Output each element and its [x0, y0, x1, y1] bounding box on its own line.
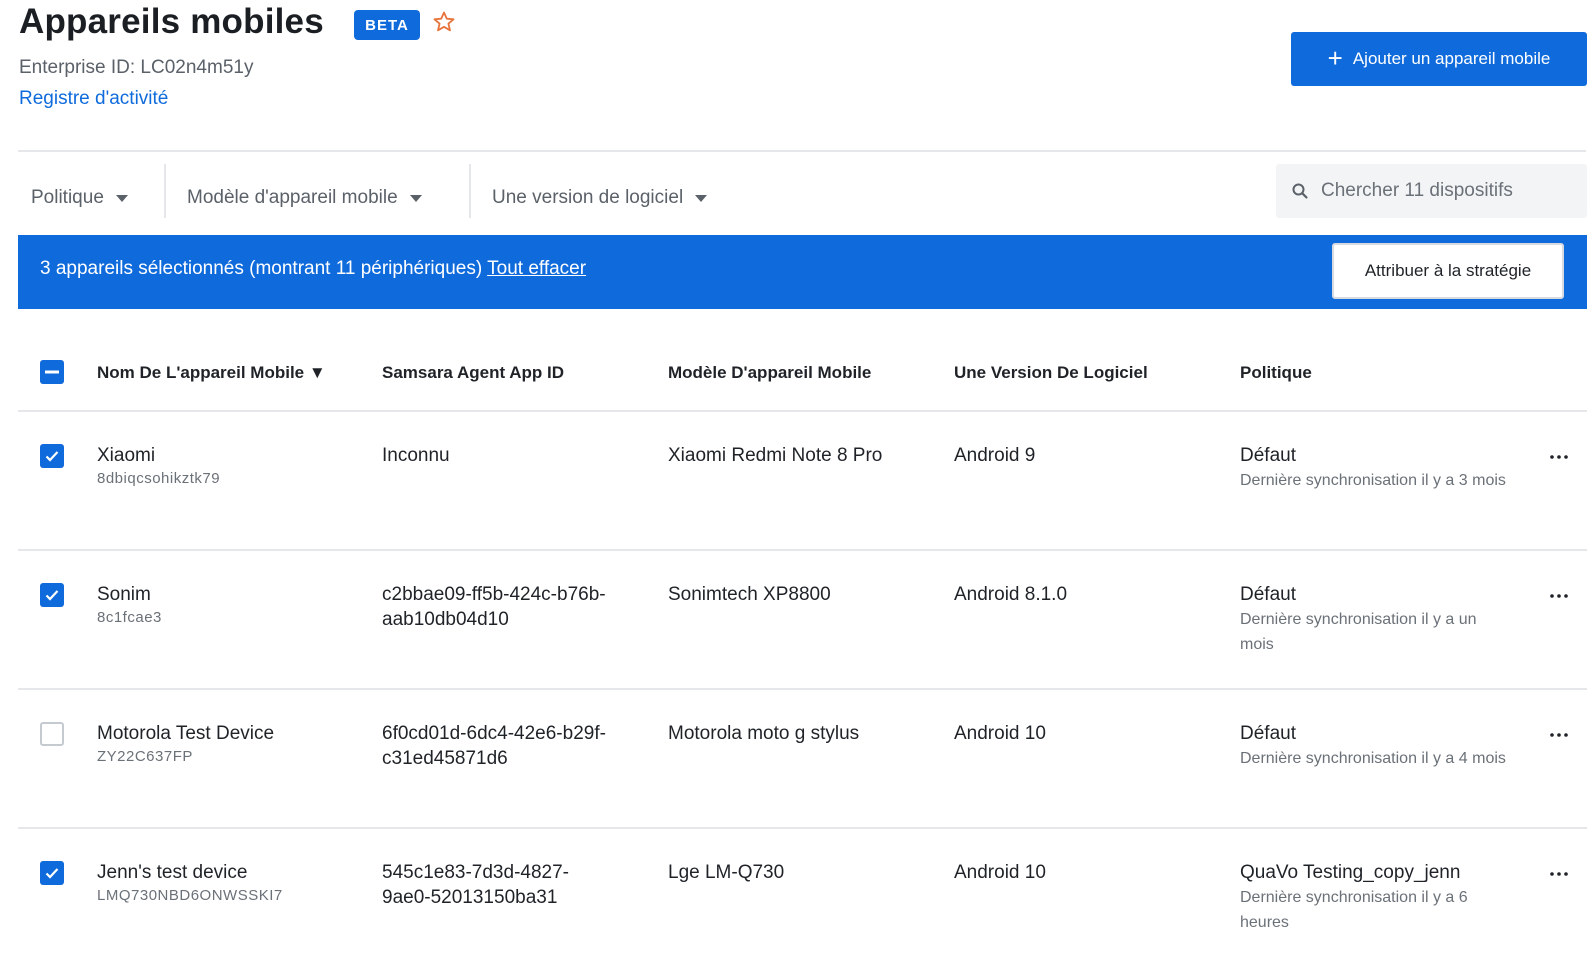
- last-sync: Dernière synchronisation il y a 6 heures: [1240, 889, 1468, 931]
- app-id-line-2: aab10db04d10: [382, 609, 509, 630]
- table-row[interactable]: Jenn's test device LMQ730NBD6ONWSSKI7: [97, 860, 283, 907]
- caret-down-icon: [695, 194, 708, 202]
- last-sync: Dernière synchronisation il y a un mois: [1240, 611, 1477, 653]
- policy-cell: QuaVo Testing_copy_jenn Dernière synchro…: [1240, 860, 1510, 935]
- version-cell: Android 8.1.0: [954, 584, 1068, 605]
- add-button-label: Ajouter un appareil mobile: [1352, 49, 1551, 68]
- model-cell: Sonimtech XP8800: [668, 584, 831, 605]
- policy-cell: Défaut Dernière synchronisation il y a u…: [1240, 582, 1510, 657]
- more-icon[interactable]: [1547, 723, 1571, 747]
- device-serial: 8dbiqcsohikztk79: [97, 470, 221, 487]
- enterprise-id: Enterprise ID: LC02n4m51y: [19, 57, 254, 78]
- version-cell: Android 9: [954, 445, 1036, 466]
- last-sync: Dernière synchronisation il y a 3 mois: [1240, 472, 1506, 489]
- model-filter[interactable]: Modèle d'appareil mobile: [187, 172, 422, 224]
- table-row[interactable]: Sonim 8c1fcae3: [97, 582, 162, 629]
- row-divider: [18, 688, 1587, 690]
- add-mobile-device-button[interactable]: + Ajouter un appareil mobile: [1291, 32, 1587, 86]
- row-divider: [18, 410, 1587, 412]
- device-serial: LMQ730NBD6ONWSSKI7: [97, 887, 283, 904]
- activity-log-link[interactable]: Registre d'activité: [19, 88, 168, 110]
- filter-separator: [469, 164, 471, 218]
- policy-name: Défaut: [1240, 584, 1296, 605]
- assign-policy-button[interactable]: Attribuer à la stratégie: [1332, 243, 1564, 299]
- version-cell: Android 10: [954, 723, 1046, 744]
- column-header-model[interactable]: Modèle D'appareil Mobile: [668, 363, 871, 383]
- row-checkbox[interactable]: [40, 861, 64, 885]
- model-cell: Xiaomi Redmi Note 8 Pro: [668, 445, 883, 466]
- filter-separator: [164, 164, 166, 218]
- policy-name: Défaut: [1240, 723, 1296, 744]
- search-icon: [1292, 183, 1308, 199]
- software-filter[interactable]: Une version de logiciel: [492, 172, 708, 224]
- device-serial: 8c1fcae3: [97, 609, 162, 626]
- selection-count: 3 appareils sélectionnés (montrant 11 pé…: [40, 258, 483, 279]
- last-sync: Dernière synchronisation il y a 4 mois: [1240, 750, 1506, 767]
- software-filter-label: Une version de logiciel: [492, 187, 684, 208]
- app-id-line-2: 9ae0-52013150ba31: [382, 887, 558, 908]
- table-row[interactable]: Motorola Test Device ZY22C637FP: [97, 721, 274, 768]
- plus-icon: +: [1327, 43, 1343, 73]
- policy-cell: Défaut Dernière synchronisation il y a 4…: [1240, 721, 1510, 771]
- selection-text: 3 appareils sélectionnés (montrant 11 pé…: [40, 258, 586, 280]
- model-cell: Lge LM-Q730: [668, 862, 785, 883]
- search-input[interactable]: [1319, 179, 1583, 203]
- column-header-name[interactable]: Nom De L'appareil Mobile ▼: [97, 363, 326, 383]
- header-divider: [18, 150, 1586, 152]
- app-id-line-1: 6f0cd01d-6dc4-42e6-b29f-: [382, 723, 606, 744]
- policy-filter-label: Politique: [31, 187, 104, 208]
- checkmark-icon: [45, 590, 59, 601]
- row-checkbox[interactable]: [40, 722, 64, 746]
- caret-down-icon: [409, 194, 422, 202]
- device-serial: ZY22C637FP: [97, 748, 193, 765]
- model-cell: Motorola moto g stylus: [668, 723, 860, 744]
- policy-name: QuaVo Testing_copy_jenn: [1240, 862, 1461, 883]
- row-checkbox[interactable]: [40, 444, 64, 468]
- app-id-cell: 545c1e83-7d3d-4827- 9ae0-52013150ba31: [382, 860, 569, 910]
- clear-all-link[interactable]: Tout effacer: [487, 258, 586, 279]
- row-divider: [18, 549, 1587, 551]
- device-name: Motorola Test Device: [97, 723, 275, 744]
- more-icon[interactable]: [1547, 584, 1571, 608]
- app-id-cell: Inconnu: [382, 443, 450, 468]
- app-id-line-1: c2bbae09-ff5b-424c-b76b-: [382, 584, 606, 605]
- app-id-line-1: Inconnu: [382, 445, 450, 466]
- table-row[interactable]: Xiaomi 8dbiqcsohikztk79: [97, 443, 220, 490]
- search-box[interactable]: [1276, 164, 1587, 218]
- indeterminate-icon: [45, 370, 59, 374]
- row-checkbox[interactable]: [40, 583, 64, 607]
- device-name: Jenn's test device: [97, 862, 248, 883]
- beta-badge: BETA: [354, 10, 420, 40]
- checkmark-icon: [45, 451, 59, 462]
- app-id-line-1: 545c1e83-7d3d-4827-: [382, 862, 569, 883]
- caret-down-icon: [115, 194, 128, 202]
- policy-filter[interactable]: Politique: [31, 172, 128, 224]
- checkmark-icon: [45, 868, 59, 879]
- page-title: Appareils mobiles: [19, 2, 324, 41]
- device-name: Xiaomi: [97, 445, 156, 466]
- app-id-cell: 6f0cd01d-6dc4-42e6-b29f- c31ed45871d6: [382, 721, 606, 771]
- policy-name: Défaut: [1240, 445, 1296, 466]
- column-header-version[interactable]: Une Version De Logiciel: [954, 363, 1148, 383]
- star-icon[interactable]: [432, 10, 456, 34]
- column-header-app-id[interactable]: Samsara Agent App ID: [382, 363, 564, 383]
- column-header-policy[interactable]: Politique: [1240, 363, 1312, 383]
- policy-cell: Défaut Dernière synchronisation il y a 3…: [1240, 443, 1510, 493]
- version-cell: Android 10: [954, 862, 1046, 883]
- app-id-cell: c2bbae09-ff5b-424c-b76b- aab10db04d10: [382, 582, 606, 632]
- select-all-checkbox[interactable]: [40, 360, 64, 384]
- row-divider: [18, 827, 1587, 829]
- device-name: Sonim: [97, 584, 151, 605]
- more-icon[interactable]: [1547, 862, 1571, 886]
- more-icon[interactable]: [1547, 445, 1571, 469]
- app-id-line-2: c31ed45871d6: [382, 748, 508, 769]
- model-filter-label: Modèle d'appareil mobile: [187, 187, 398, 208]
